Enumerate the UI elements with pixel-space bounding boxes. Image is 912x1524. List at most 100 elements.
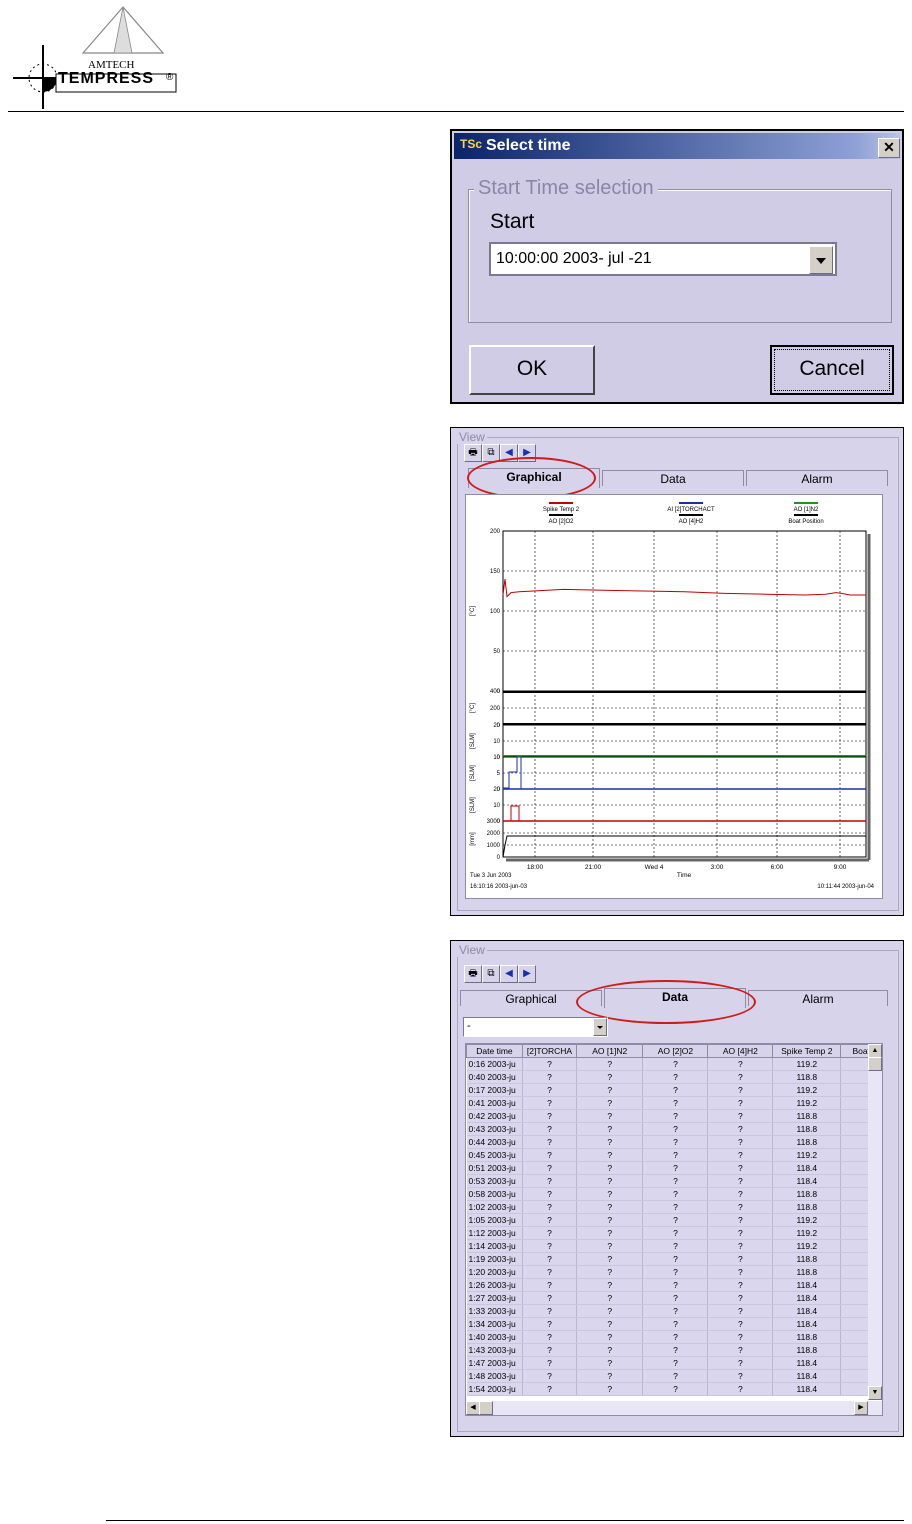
scroll-up-button[interactable]: ▲ (868, 1044, 882, 1058)
close-button[interactable]: ✕ (878, 138, 900, 158)
table-row[interactable]: 1:12 2003-ju???? 119.2 (466, 1226, 882, 1240)
table-cell: 118.8 (772, 1343, 842, 1357)
table-row[interactable]: 1:02 2003-ju???? 118.8 (466, 1200, 882, 1214)
table-cell: ? (576, 1330, 644, 1344)
scroll-down-button[interactable]: ▼ (868, 1386, 882, 1400)
scroll-thumb[interactable] (868, 1057, 882, 1071)
cancel-button[interactable]: Cancel (770, 345, 894, 395)
vertical-scrollbar[interactable]: ▲ ▼ (868, 1044, 882, 1400)
table-row[interactable]: 1:20 2003-ju???? 118.8 (466, 1265, 882, 1279)
filter-select[interactable]: - (463, 1017, 608, 1037)
table-row[interactable]: 0:41 2003-ju???? 119.2 (466, 1096, 882, 1110)
table-cell: 1:47 2003-ju (466, 1356, 523, 1370)
table-row[interactable]: 1:27 2003-ju???? 118.4 (466, 1291, 882, 1305)
column-header[interactable]: AO [4]H2 (707, 1044, 774, 1058)
table-cell: 118.4 (772, 1291, 842, 1305)
table-cell: ? (707, 1304, 774, 1318)
table-row[interactable]: 1:48 2003-ju???? 118.4 (466, 1369, 882, 1383)
table-cell: 119.2 (772, 1213, 842, 1227)
print-button[interactable]: 🖶 (464, 444, 482, 462)
chevron-down-icon (816, 258, 826, 264)
table-row[interactable]: 0:43 2003-ju???? 118.8 (466, 1122, 882, 1136)
table-cell: 118.8 (772, 1070, 842, 1084)
x-tick-label: Wed 4 (645, 864, 664, 871)
arrow-left-icon: ◀ (505, 968, 513, 979)
column-header[interactable]: AO [2]O2 (642, 1044, 709, 1058)
table-cell: ? (522, 1356, 578, 1370)
table-row[interactable]: 0:16 2003-ju???? 119.2 (466, 1057, 882, 1071)
table-row[interactable]: 0:44 2003-ju???? 118.8 (466, 1135, 882, 1149)
y-tick-label: 5 (497, 771, 501, 777)
table-cell: ? (707, 1083, 774, 1097)
table-row[interactable]: 0:58 2003-ju???? 118.8 (466, 1187, 882, 1201)
ok-button[interactable]: OK (469, 345, 595, 395)
table-cell: 118.4 (772, 1356, 842, 1370)
table-cell: ? (707, 1343, 774, 1357)
y-tick-label: 3000 (487, 819, 501, 825)
table-cell: 118.4 (772, 1174, 842, 1188)
table-cell: ? (522, 1148, 578, 1162)
scroll-right-button[interactable]: ▶ (854, 1401, 868, 1415)
table-cell: ? (522, 1330, 578, 1344)
table-row[interactable]: 1:34 2003-ju???? 118.4 (466, 1317, 882, 1331)
scroll-left-button[interactable]: ◀ (466, 1401, 480, 1415)
table-row[interactable]: 0:51 2003-ju???? 118.4 (466, 1161, 882, 1175)
tab-alarm[interactable]: Alarm (746, 470, 888, 486)
table-cell: ? (576, 1317, 644, 1331)
legend-label: AI [2]TORCHACT (667, 507, 715, 513)
table-row[interactable]: 1:33 2003-ju???? 118.4 (466, 1304, 882, 1318)
arrow-up-icon: ▲ (871, 1047, 879, 1054)
table-cell: 119.2 (772, 1083, 842, 1097)
table-cell: ? (642, 1187, 709, 1201)
table-row[interactable]: 1:19 2003-ju???? 118.8 (466, 1252, 882, 1266)
table-cell: ? (522, 1382, 578, 1396)
horizontal-scrollbar[interactable]: ◀ ▶ (466, 1401, 882, 1415)
table-cell: ? (522, 1187, 578, 1201)
table-row[interactable]: 1:54 2003-ju???? 118.4 (466, 1382, 882, 1396)
table-cell: ? (576, 1356, 644, 1370)
table-row[interactable]: 0:53 2003-ju???? 118.4 (466, 1174, 882, 1188)
next-button[interactable]: ▶ (518, 965, 536, 983)
table-cell: ? (707, 1317, 774, 1331)
table-cell: 0:44 2003-ju (466, 1135, 523, 1149)
print-button[interactable]: 🖶 (464, 965, 482, 983)
table-row[interactable]: 1:26 2003-ju???? 118.4 (466, 1278, 882, 1292)
column-header[interactable]: Date time (466, 1044, 523, 1058)
plot-frame (502, 530, 867, 858)
table-row[interactable]: 0:40 2003-ju???? 118.8 (466, 1070, 882, 1084)
table-row[interactable]: 0:42 2003-ju???? 118.8 (466, 1109, 882, 1123)
table-cell: 0:16 2003-ju (466, 1057, 523, 1071)
prev-button[interactable]: ◀ (500, 965, 518, 983)
dropdown-button[interactable] (593, 1018, 607, 1036)
table-row[interactable]: 1:05 2003-ju???? 119.2 (466, 1213, 882, 1227)
copy-button[interactable]: ⧉ (482, 965, 500, 983)
tab-data[interactable]: Data (602, 470, 744, 486)
column-header[interactable]: AO [1]N2 (575, 1044, 644, 1058)
column-header[interactable]: Spike Temp 2 (772, 1044, 842, 1058)
table-row[interactable]: 1:43 2003-ju???? 118.8 (466, 1343, 882, 1357)
table-row[interactable]: 1:47 2003-ju???? 118.4 (466, 1356, 882, 1370)
table-row[interactable]: 1:14 2003-ju???? 119.2 (466, 1239, 882, 1253)
tab-alarm[interactable]: Alarm (748, 990, 888, 1006)
dropdown-button[interactable] (809, 246, 833, 274)
table-cell: ? (707, 1122, 774, 1136)
arrow-left-icon: ◀ (505, 447, 513, 458)
start-time-select[interactable]: 10:00:00 2003- jul -21 (489, 242, 837, 276)
table-cell: ? (576, 1070, 644, 1084)
table-cell: ? (707, 1369, 774, 1383)
table-cell: ? (522, 1070, 578, 1084)
y-tick-label: 200 (490, 706, 501, 712)
table-row[interactable]: 0:45 2003-ju???? 119.2 (466, 1148, 882, 1162)
table-cell: ? (522, 1213, 578, 1227)
dialog-titlebar[interactable]: TSc Select time ✕ (454, 133, 900, 159)
table-cell: ? (576, 1369, 644, 1383)
x-tick-label: 18:00 (527, 864, 544, 871)
table-row[interactable]: 0:17 2003-ju???? 119.2 (466, 1083, 882, 1097)
hscroll-thumb[interactable] (479, 1401, 493, 1415)
table-cell: ? (522, 1096, 578, 1110)
table-cell: ? (707, 1278, 774, 1292)
table-row[interactable]: 1:40 2003-ju???? 118.8 (466, 1330, 882, 1344)
table-cell: ? (642, 1213, 709, 1227)
column-header[interactable]: [2]TORCHA (521, 1044, 578, 1058)
table-cell: 118.8 (772, 1122, 842, 1136)
